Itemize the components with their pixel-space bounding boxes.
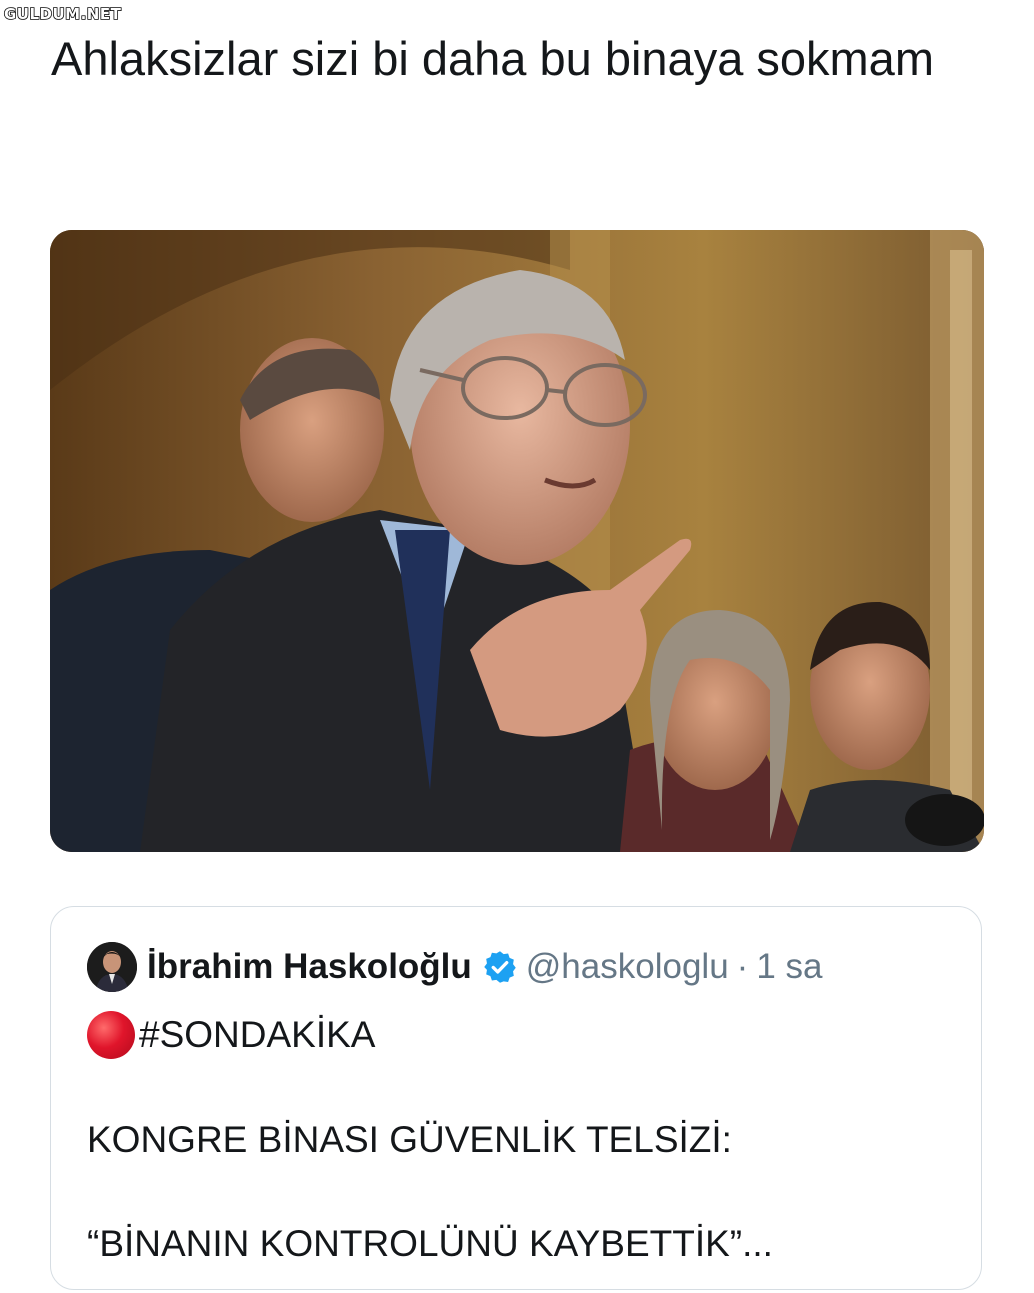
tweet-text: Ahlaksizlar sizi bi daha bu binaya sokma… (51, 32, 934, 85)
quoted-tweet-line-1: #SONDAKİKA (87, 1011, 375, 1059)
separator-dot: · (736, 947, 749, 986)
avatar-image (87, 942, 137, 992)
hashtag-link[interactable]: #SONDAKİKA (139, 1014, 375, 1056)
quoted-tweet-card[interactable]: İbrahim Haskoloğlu @haskologlu · 1 sa #S… (50, 906, 982, 1290)
tweet-timestamp[interactable]: 1 sa (756, 947, 822, 987)
author-name[interactable]: İbrahim Haskoloğlu (147, 947, 472, 987)
verified-badge-icon (482, 949, 518, 985)
quoted-tweet-line-3: “BİNANIN KONTROLÜNÜ KAYBETTİK”... (87, 1223, 773, 1264)
tweet-media-image[interactable] (50, 230, 984, 852)
press-conference-photo (50, 230, 984, 852)
quoted-tweet-header: İbrahim Haskoloğlu @haskologlu · 1 sa (87, 941, 822, 993)
avatar[interactable] (87, 942, 137, 992)
watermark-logo: GULDUM.NET (3, 4, 122, 24)
quoted-tweet-line-2: KONGRE BİNASI GÜVENLİK TELSİZİ: (87, 1119, 732, 1160)
author-handle[interactable]: @haskologlu (526, 947, 729, 987)
red-circle-icon (87, 1011, 135, 1059)
